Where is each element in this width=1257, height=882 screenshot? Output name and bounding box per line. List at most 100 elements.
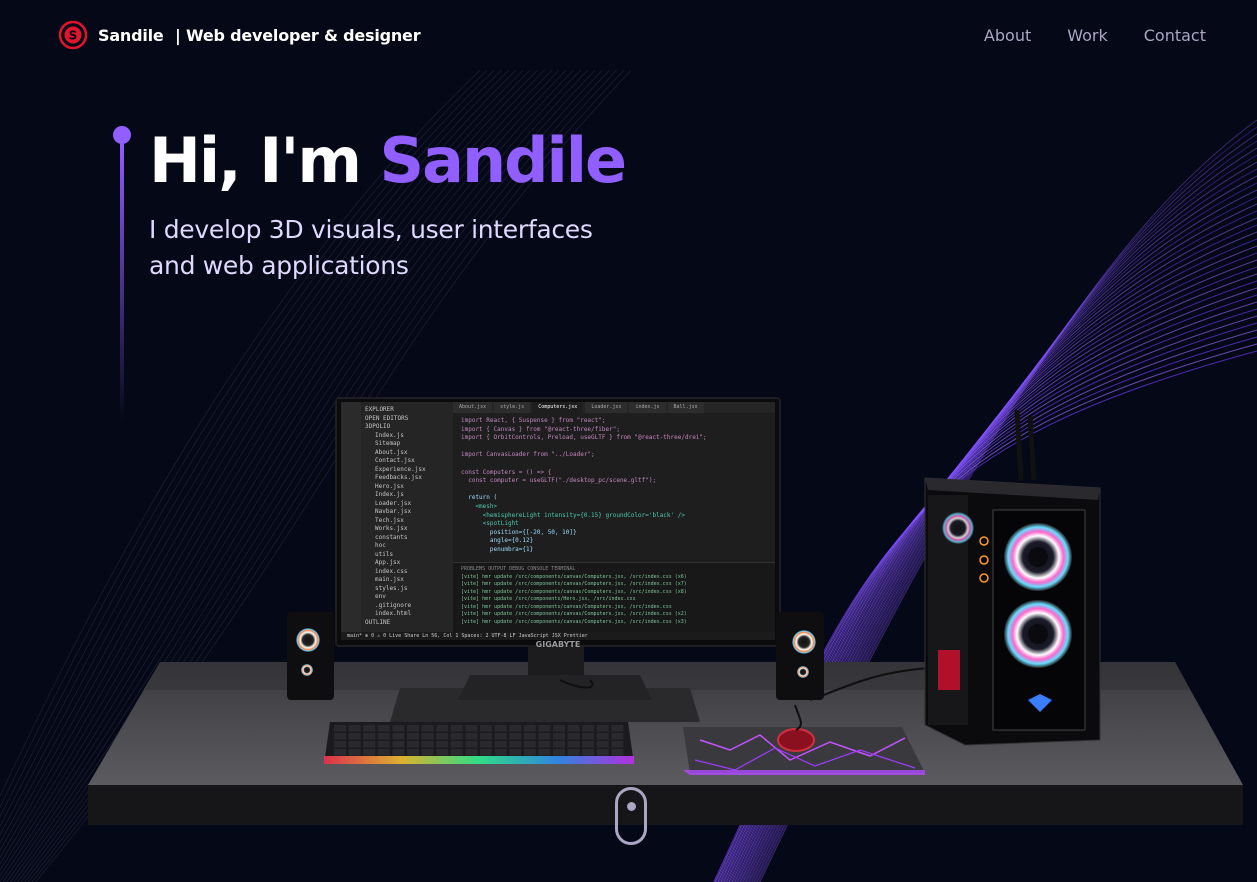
editor-tab[interactable]: style.js: [494, 402, 531, 413]
keyboard-key: [538, 733, 551, 740]
keyboard-key: [421, 725, 434, 732]
explorer-item[interactable]: main.jsx: [365, 576, 449, 585]
svg-text:S: S: [69, 29, 78, 43]
explorer-item[interactable]: index.css: [365, 568, 449, 577]
code-line: position={[-20, 50, 10]}: [461, 528, 577, 536]
code-line: <hemisphereLight intensity={0.15} ground…: [461, 511, 685, 519]
keyboard-key: [377, 733, 390, 740]
explorer-item[interactable]: index.html: [365, 610, 449, 619]
keyboard-key: [611, 725, 624, 732]
code-line: import { Canvas } from "@react-three/fib…: [461, 425, 620, 433]
keyboard-key: [407, 741, 419, 748]
explorer-item[interactable]: Loader.jsx: [365, 500, 449, 509]
nav-link-work[interactable]: Work: [1067, 26, 1108, 45]
brand-title: Sandile | Web developer & designer: [98, 25, 421, 45]
nav-links: About Work Contact: [984, 26, 1206, 45]
keyboard-key: [377, 741, 390, 748]
keyboard-key: [480, 733, 492, 740]
keyboard-key: [465, 741, 478, 748]
keyboard-key: [553, 749, 565, 756]
explorer-item[interactable]: constants: [365, 534, 449, 543]
nav-link-contact[interactable]: Contact: [1144, 26, 1206, 45]
explorer-item[interactable]: Tech.jsx: [365, 517, 449, 526]
keyboard-key: [363, 749, 376, 756]
keyboard-key: [407, 733, 419, 740]
keyboard-key: [377, 725, 390, 732]
scroll-down-button[interactable]: [615, 787, 647, 845]
keyboard-key: [596, 749, 609, 756]
editor-tab[interactable]: Computers.jsx: [532, 402, 584, 413]
keyboard-key: [407, 749, 419, 756]
keyboard-key: [523, 725, 536, 732]
code-line: import React, { Suspense } from "react";: [461, 417, 606, 424]
editor-tab[interactable]: index.js: [629, 402, 666, 413]
code-line: import CanvasLoader from "../Loader";: [461, 451, 595, 459]
keyboard-key: [450, 733, 463, 740]
editor-tab[interactable]: About.jsx: [453, 402, 493, 413]
hero-subtitle: I develop 3D visuals, user interfaces an…: [149, 215, 593, 280]
nav-link-about[interactable]: About: [984, 26, 1031, 45]
explorer-item[interactable]: Hero.jsx: [365, 483, 449, 492]
keyboard-key: [611, 741, 624, 748]
keyboard-key: [509, 733, 522, 740]
keyboard-key: [334, 725, 346, 732]
keyboard-key: [494, 733, 507, 740]
code-line: <spotLight: [461, 520, 519, 528]
keyboard-key: [596, 725, 609, 732]
keyboard-key: [567, 749, 580, 756]
explorer-item[interactable]: Works.jsx: [365, 525, 449, 534]
explorer-item[interactable]: 3DPOLIO: [365, 423, 449, 432]
code-line: <mesh>: [461, 502, 498, 510]
keyboard-key: [407, 725, 419, 732]
keyboard-key: [538, 749, 551, 756]
terminal-line: [vite] hmr update /src/components/canvas…: [461, 581, 687, 587]
explorer-item[interactable]: hoc: [365, 542, 449, 551]
explorer-item[interactable]: About.jsx: [365, 449, 449, 458]
keyboard-key: [465, 749, 478, 756]
keyboard-key: [523, 749, 536, 756]
explorer-item[interactable]: styles.js: [365, 585, 449, 594]
hero-name: Sandile: [379, 124, 628, 197]
explorer-item[interactable]: Navbar.jsx: [365, 508, 449, 517]
explorer-item[interactable]: env: [365, 593, 449, 602]
hero-title: Hi, I'm Sandile: [149, 118, 628, 204]
keyboard-key: [494, 749, 507, 756]
explorer-item[interactable]: Contact.jsx: [365, 457, 449, 466]
keyboard-key: [523, 733, 536, 740]
explorer-item[interactable]: OUTLINE: [365, 619, 449, 628]
editor-pane: About.jsx style.js Computers.jsx Loader.jsx…: [453, 402, 775, 562]
code-line: import { OrbitControls, Preload, useGLTF…: [461, 434, 707, 442]
code-line: penumbra={1}: [461, 545, 534, 553]
keyboard-key: [480, 741, 492, 748]
explorer-item[interactable]: Experience.jsx: [365, 466, 449, 475]
keyboard-key: [450, 725, 463, 732]
brand-name: Sandile: [98, 25, 164, 45]
explorer-item[interactable]: Index.js: [365, 491, 449, 500]
terminal-output: [vite] hmr update /src/components/canvas…: [461, 574, 767, 625]
editor-tab[interactable]: Loader.jsx: [585, 402, 628, 413]
keyboard-key: [348, 733, 361, 740]
explorer-item[interactable]: Sitemap: [365, 440, 449, 449]
hero-accent-line: [113, 126, 133, 426]
keyboard-key: [523, 741, 536, 748]
explorer-item[interactable]: Feedbacks.jsx: [365, 474, 449, 483]
keyboard-key: [363, 741, 376, 748]
explorer-item[interactable]: App.jsx: [365, 559, 449, 568]
keyboard-key: [582, 733, 595, 740]
keyboard-key: [596, 741, 609, 748]
brand-link[interactable]: S Sandile | Web developer & designer: [58, 20, 421, 50]
keyboard-key: [348, 749, 361, 756]
explorer-item[interactable]: utils: [365, 551, 449, 560]
editor-tab[interactable]: Ball.jsx: [667, 402, 704, 413]
keyboard-key: [567, 741, 580, 748]
keyboard-key: [611, 733, 624, 740]
keyboard-key: [436, 725, 449, 732]
keyboard-key: [553, 725, 565, 732]
keyboard-key: [480, 725, 492, 732]
explorer-item[interactable]: .gitignore: [365, 602, 449, 611]
explorer-item[interactable]: EXPLORER: [365, 406, 449, 415]
keyboard-key: [596, 733, 609, 740]
explorer-item[interactable]: Index.js: [365, 432, 449, 441]
explorer-item[interactable]: OPEN EDITORS: [365, 415, 449, 424]
